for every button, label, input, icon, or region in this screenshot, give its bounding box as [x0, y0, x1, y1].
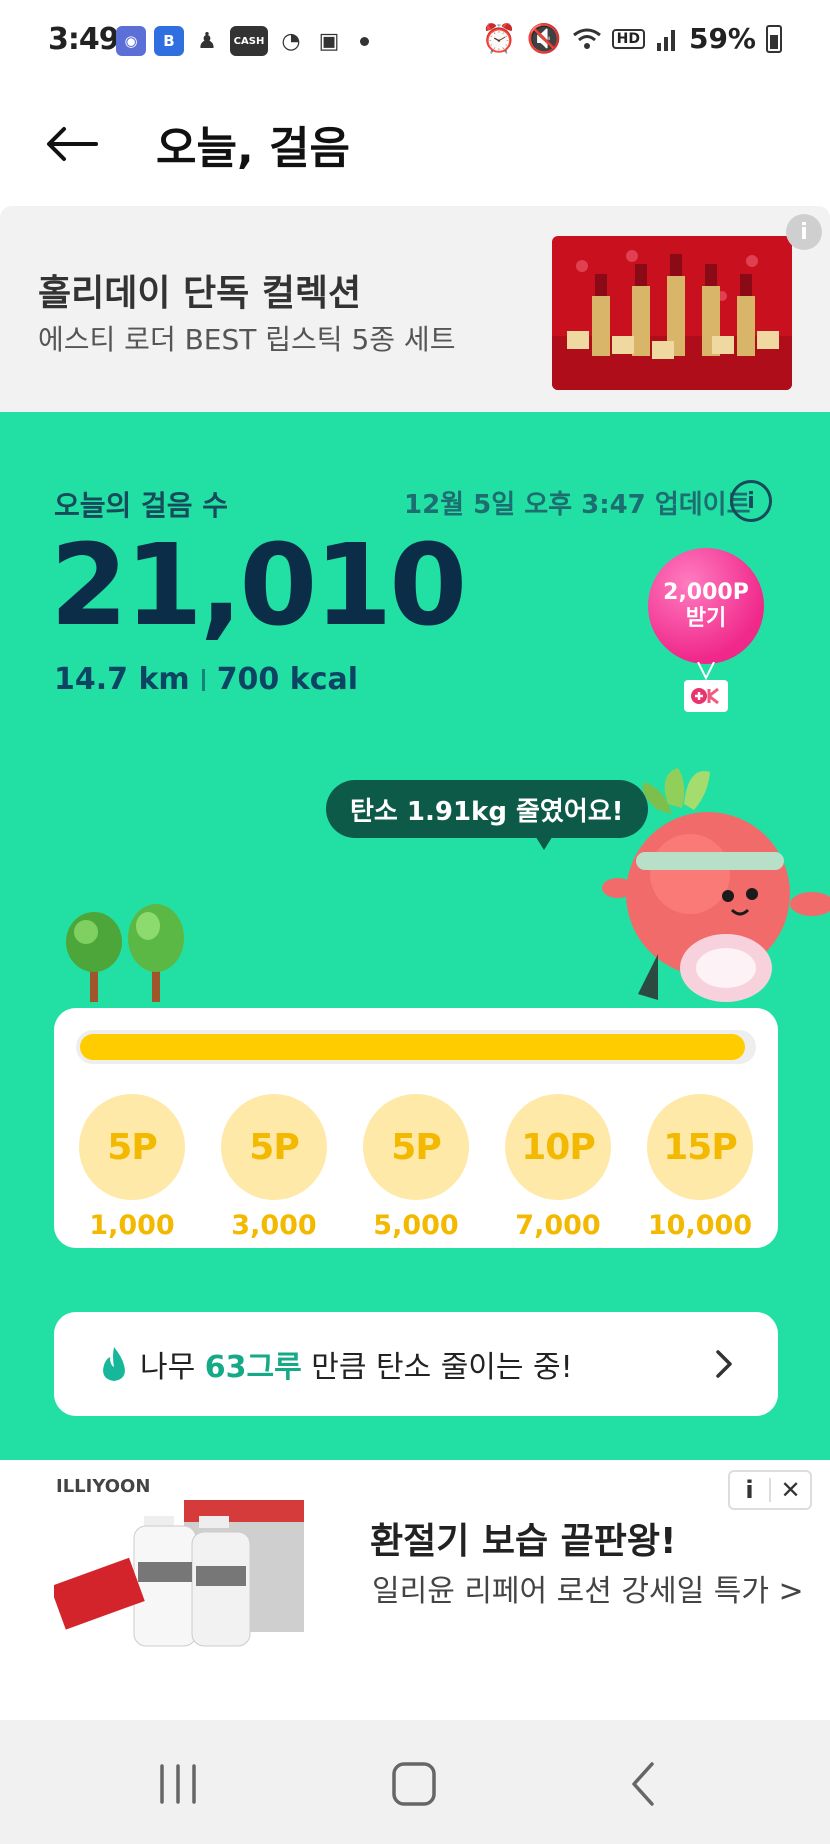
home-button[interactable]	[384, 1760, 444, 1808]
wifi-icon	[572, 28, 601, 49]
reward-7000[interactable]: 10P 7,000	[498, 1094, 618, 1241]
reward-3000[interactable]: 5P 3,000	[214, 1094, 334, 1241]
step-counter-panel: 오늘의 걸음 수 12월 5일 오후 3:47 업데이트 i 21,010 14…	[0, 412, 830, 1460]
reward-points-coin: 5P	[79, 1094, 185, 1200]
alarm-icon: ⏰	[481, 22, 517, 55]
progress-track	[76, 1030, 756, 1064]
figure-icon: ♟	[192, 26, 222, 56]
lotion-product-image	[54, 1500, 304, 1647]
reward-points-coin: 10P	[505, 1094, 611, 1200]
reward-10000[interactable]: 15P 10,000	[640, 1094, 760, 1241]
progress-fill	[80, 1034, 745, 1060]
lipstick-ad-image	[552, 236, 792, 390]
carbon-tree-banner[interactable]: 나무 63그루 만큼 탄소 줄이는 중!	[54, 1312, 778, 1416]
reward-milestone: 7,000	[515, 1210, 601, 1241]
more-notifications-icon	[360, 36, 369, 46]
app-mascot-icon: ◉	[116, 26, 146, 56]
ad-subheadline: 일리윤 리페어 로션 강세일 특가 >	[372, 1574, 804, 1609]
points-balloon-button[interactable]: 2,000P 받기	[648, 548, 764, 664]
system-icons: ⏰ 🔇 HD 59%	[482, 22, 782, 55]
reward-points-coin: 15P	[647, 1094, 753, 1200]
reward-milestone: 10,000	[647, 1210, 753, 1241]
gallery-icon: ▣	[314, 26, 344, 56]
cash-icon: CASH	[230, 26, 268, 56]
step-count: 21,010	[50, 521, 467, 651]
reward-5000[interactable]: 5P 5,000	[356, 1094, 476, 1241]
stats-divider	[201, 668, 205, 691]
info-icon[interactable]: i	[730, 480, 772, 522]
ad-controls: i ✕	[728, 1470, 812, 1510]
back-arrow-icon	[47, 127, 98, 161]
tree-count: 63그루	[204, 1350, 302, 1385]
ad-info-icon[interactable]: i	[786, 214, 822, 250]
tree-banner-text: 나무 63그루 만큼 탄소 줄이는 중!	[140, 1342, 573, 1386]
battery-percent: 59%	[688, 22, 756, 55]
speech-bubble-tail	[534, 834, 554, 850]
chevron-right-icon	[716, 1350, 732, 1378]
balloon-points: 2,000P	[663, 579, 749, 605]
distance-calorie-stats: 14.7 km 700 kcal	[54, 662, 358, 697]
reward-1000[interactable]: 5P 1,000	[72, 1094, 192, 1241]
gauge-icon: ◔	[276, 26, 306, 56]
distance-value: 14.7 km	[54, 662, 190, 697]
reward-progress-card: 5P 1,000 5P 3,000 5P 5,000 10P 7,000 15P…	[54, 1008, 778, 1248]
hd-icon: HD	[611, 28, 645, 49]
top-ad-banner[interactable]: 홀리데이 단독 컬렉션 에스티 로더 BEST 립스틱 5종 세트 i	[0, 206, 830, 412]
reward-points-coin: 5P	[363, 1094, 469, 1200]
signal-icon	[656, 29, 675, 51]
ad-subtitle: 에스티 로더 BEST 립스틱 5종 세트	[38, 323, 456, 356]
notification-icons: ◉ B ♟ CASH ◔ ▣	[116, 26, 369, 56]
ad-headline: 환절기 보습 끝판왕!	[370, 1521, 677, 1562]
tree-text-prefix: 나무	[140, 1350, 205, 1385]
balloon-action: 받기	[685, 606, 727, 631]
app-header: 오늘, 걸음	[0, 82, 830, 206]
back-nav-button[interactable]	[614, 1760, 674, 1808]
page-title: 오늘, 걸음	[156, 123, 350, 174]
recent-apps-button[interactable]	[148, 1760, 208, 1808]
tree-text-suffix: 만큼 탄소 줄이는 중!	[301, 1350, 573, 1385]
reward-milestone: 3,000	[231, 1210, 317, 1241]
reward-milestone: 5,000	[373, 1210, 459, 1241]
b-app-icon: B	[154, 26, 184, 56]
peach-mascot-illustration	[602, 768, 830, 1002]
reward-points-coin: 5P	[221, 1094, 327, 1200]
calorie-value: 700 kcal	[216, 662, 359, 697]
reward-milestone: 1,000	[89, 1210, 175, 1241]
steps-label: 오늘의 걸음 수	[54, 489, 229, 522]
mute-icon: 🔇	[526, 22, 562, 55]
bottom-ad-banner[interactable]: ILLIYOON 환절기 보습 끝판왕! 일리윤 리페어 로션 강세일 특가 >…	[0, 1460, 830, 1720]
android-nav-bar	[0, 1720, 830, 1844]
trees-illustration	[66, 904, 184, 1002]
status-bar: 3:49 ◉ B ♟ CASH ◔ ▣ ⏰ 🔇 HD 59%	[0, 0, 830, 82]
ad-close-button[interactable]: ✕	[771, 1476, 810, 1504]
ad-title: 홀리데이 단독 컬렉션	[38, 273, 362, 314]
ad-info-button[interactable]: i	[730, 1476, 769, 1504]
reward-milestones: 5P 1,000 5P 3,000 5P 5,000 10P 7,000 15P…	[72, 1094, 760, 1241]
update-timestamp: 12월 5일 오후 3:47 업데이트	[404, 490, 751, 520]
battery-icon	[766, 24, 782, 53]
status-time: 3:49	[48, 22, 120, 57]
back-button[interactable]	[40, 112, 104, 176]
flame-icon	[103, 1347, 125, 1381]
ok-cashbag-icon	[684, 680, 728, 712]
